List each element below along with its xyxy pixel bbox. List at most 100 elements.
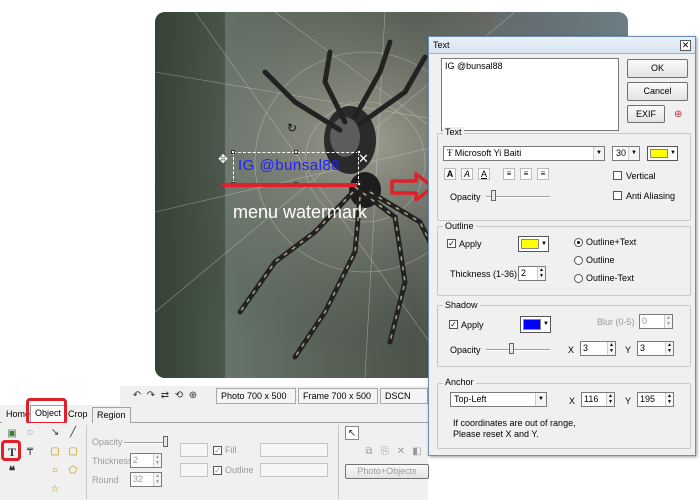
- outline-apply-label: Apply: [459, 239, 482, 249]
- shadow-opacity-track: [486, 349, 550, 351]
- anchor-group-label: Anchor: [443, 377, 476, 387]
- thickness-input[interactable]: 2 ▲ ▼: [130, 453, 162, 468]
- anchor-y-label: Y: [625, 396, 632, 406]
- radio-outline-minus-text[interactable]: [574, 274, 583, 283]
- filename: DSCN: [380, 388, 428, 404]
- radio-outline-text[interactable]: [574, 238, 583, 247]
- shadow-y-input[interactable]: 3 ▲ ▼: [637, 341, 674, 356]
- outline-checkbox[interactable]: ✓: [213, 466, 222, 475]
- fill-label: Fill: [225, 445, 237, 455]
- fill-combo[interactable]: [180, 443, 208, 457]
- outline-color-picker[interactable]: ▼: [518, 236, 549, 252]
- antialias-checkbox[interactable]: [613, 191, 622, 200]
- text-color-picker[interactable]: ▼: [647, 146, 678, 161]
- outline-color-swatch: [521, 239, 539, 249]
- text-group-label: Text: [443, 127, 464, 137]
- tab-crop[interactable]: Crop: [64, 407, 92, 423]
- blur-input[interactable]: 0 ▲ ▼: [639, 314, 673, 329]
- outline-group-label: Outline: [443, 221, 476, 231]
- text-style-icon[interactable]: ₸: [23, 446, 37, 460]
- ok-button[interactable]: OK: [627, 59, 688, 78]
- status-bar: ↶ ↷ ⇄ ⟲ ⊕ Photo 700 x 500 Frame 700 x 50…: [120, 386, 428, 406]
- antialias-label: Anti Aliasing: [626, 191, 676, 201]
- outline-combo[interactable]: [180, 463, 208, 477]
- cancel-button[interactable]: Cancel: [627, 82, 688, 101]
- photo-objects-button[interactable]: Photo+Objects: [345, 464, 429, 479]
- paste-icon[interactable]: ⎘: [378, 445, 392, 459]
- align-left-icon[interactable]: ≡: [503, 168, 515, 180]
- help-icon[interactable]: ⊛: [674, 109, 682, 120]
- shadow-x-label: X: [568, 345, 575, 355]
- star-icon[interactable]: ☆: [48, 483, 62, 497]
- shadow-group-label: Shadow: [443, 300, 480, 310]
- text-color-swatch: [650, 149, 668, 158]
- font-size-select[interactable]: 30 ▼: [612, 146, 640, 161]
- text-opacity-label: Opacity: [450, 192, 481, 202]
- speech-bubble-icon[interactable]: ◌: [23, 426, 37, 440]
- shadow-opacity-slider[interactable]: [509, 343, 514, 354]
- photo-size: Photo 700 x 500: [216, 388, 296, 404]
- resize-handle[interactable]: [231, 150, 235, 154]
- vertical-checkbox[interactable]: [613, 171, 622, 180]
- move-icon[interactable]: ✥: [218, 152, 228, 166]
- outline-label: Outline: [225, 465, 254, 475]
- resize-handle[interactable]: [357, 182, 361, 186]
- rotate-icon[interactable]: ↻: [287, 121, 297, 135]
- round-input[interactable]: 32 ▲ ▼: [130, 472, 162, 487]
- zoom-icon[interactable]: ⊕: [186, 389, 200, 403]
- align-right-icon[interactable]: ≡: [537, 168, 549, 180]
- rectangle-icon[interactable]: ▢: [48, 445, 62, 459]
- shadow-color-picker[interactable]: ▼: [520, 316, 551, 333]
- rotate-right-icon[interactable]: ↷: [144, 389, 158, 403]
- outline-apply-checkbox[interactable]: ✓: [447, 239, 456, 248]
- text-input[interactable]: IG @bunsal88: [441, 58, 619, 131]
- rotate-left-icon[interactable]: ↶: [130, 389, 144, 403]
- anchor-select[interactable]: Top-Left ▼: [450, 392, 547, 407]
- font-select[interactable]: Ŧ Microsoft Yi Baiti ▼: [443, 146, 605, 161]
- pentagon-icon[interactable]: ⬠: [66, 464, 80, 478]
- flip-icon[interactable]: ⇄: [158, 389, 172, 403]
- outline-color-combo[interactable]: [260, 463, 328, 477]
- radio-outline[interactable]: [574, 256, 583, 265]
- tab-region[interactable]: Region: [92, 407, 131, 423]
- highlight-text-tool: [1, 440, 21, 461]
- dialog-title: Text: [429, 37, 695, 54]
- shadow-x-input[interactable]: 3 ▲ ▼: [580, 341, 616, 356]
- opacity-label: Opacity: [92, 437, 123, 447]
- delete-object-icon[interactable]: ✕: [394, 445, 408, 459]
- fill-checkbox[interactable]: ✓: [213, 446, 222, 455]
- delete-icon[interactable]: ✕: [358, 151, 369, 167]
- quote-icon[interactable]: ❝: [5, 465, 19, 479]
- fill-color-combo[interactable]: [260, 443, 328, 457]
- line-icon[interactable]: ╱: [66, 426, 80, 440]
- shadow-opacity-label: Opacity: [450, 345, 481, 355]
- rounded-rect-icon[interactable]: ▢: [66, 445, 80, 459]
- chevron-down-icon: ▼: [670, 150, 676, 156]
- divider: [86, 425, 87, 499]
- anchor-y-input[interactable]: 195 ▲ ▼: [637, 392, 674, 407]
- reset-icon[interactable]: ⟲: [172, 389, 186, 403]
- select-pointer-icon[interactable]: ↖: [345, 426, 359, 440]
- outline-thickness-input[interactable]: 2 ▲ ▼: [518, 266, 546, 281]
- circle-icon[interactable]: ○: [48, 464, 62, 478]
- image-icon[interactable]: ▣: [5, 427, 19, 441]
- anchor-x-input[interactable]: 116 ▲ ▼: [581, 392, 615, 407]
- copy-icon[interactable]: ⧉: [362, 445, 376, 459]
- round-label: Round: [92, 475, 119, 485]
- align-center-icon[interactable]: ≡: [520, 168, 532, 180]
- close-icon[interactable]: ✕: [680, 40, 691, 51]
- chevron-down-icon: ▼: [535, 393, 546, 406]
- italic-icon[interactable]: A: [461, 168, 473, 180]
- shadow-apply-checkbox[interactable]: ✓: [449, 320, 458, 329]
- resize-handle[interactable]: [294, 150, 298, 154]
- shadow-color-swatch: [523, 319, 541, 330]
- opacity-slider[interactable]: [163, 436, 168, 447]
- exif-button[interactable]: EXIF: [627, 105, 665, 123]
- text-opacity-slider[interactable]: [491, 190, 496, 201]
- shadow-y-label: Y: [625, 345, 632, 355]
- vertical-label: Vertical: [626, 171, 656, 181]
- arrow-icon[interactable]: ↘: [48, 426, 62, 440]
- bold-icon[interactable]: A: [444, 168, 456, 180]
- underline-icon[interactable]: A: [478, 168, 490, 180]
- layer-icon[interactable]: ◧: [410, 445, 424, 459]
